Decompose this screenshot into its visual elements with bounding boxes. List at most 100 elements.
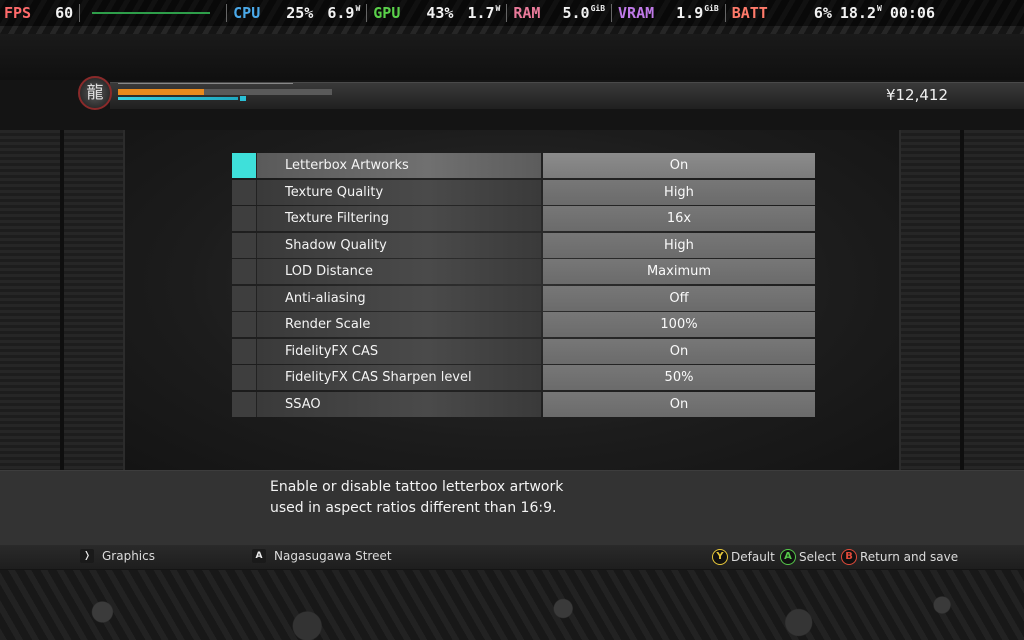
y-button-icon: Y: [712, 549, 728, 565]
setting-name: SSAO: [256, 391, 541, 417]
ram-label: RAM: [513, 4, 541, 22]
battery-label: BATT: [731, 4, 768, 22]
left-wall-panel: [0, 130, 125, 470]
money-display: ¥12,412: [885, 86, 948, 104]
description-line-2: used in aspect ratios different than 16:…: [270, 500, 557, 516]
overlay-divider: [611, 4, 613, 22]
vram-unit: GiB: [704, 4, 719, 13]
right-wall-panel: [899, 130, 1024, 470]
setting-row[interactable]: Anti-aliasing Off: [232, 285, 815, 313]
gpu-metric: GPU 43% 1.7W: [373, 4, 500, 22]
dragon-emblem-icon: 龍: [78, 76, 112, 110]
setting-row[interactable]: FidelityFX CAS Sharpen level 50%: [232, 365, 815, 392]
row-marker: [232, 312, 256, 337]
ram-metric: RAM 5.0GiB: [513, 4, 605, 22]
setting-value[interactable]: 50%: [543, 365, 815, 390]
setting-row[interactable]: Texture Filtering 16x: [232, 206, 815, 233]
row-marker: [232, 338, 256, 364]
setting-value[interactable]: Off: [543, 285, 815, 311]
frametime-graph: [92, 12, 211, 14]
health-bar-fill: [118, 89, 204, 95]
battery-metric: BATT 6% 18.2W 00:06: [732, 4, 935, 22]
cpu-usage: 25%: [286, 4, 314, 22]
default-button[interactable]: Y Default: [712, 549, 775, 565]
battery-percent: 6%: [813, 4, 832, 22]
battery-power: 18.2W: [840, 4, 882, 22]
setting-name: LOD Distance: [256, 259, 541, 284]
setting-row[interactable]: FidelityFX CAS On: [232, 338, 815, 366]
b-button-icon: B: [841, 549, 857, 565]
fps-value: 60: [55, 4, 74, 22]
return-and-save-button[interactable]: B Return and save: [841, 549, 958, 565]
setting-name: Render Scale: [256, 312, 541, 337]
setting-row[interactable]: Texture Quality High: [232, 179, 815, 207]
row-marker: [232, 391, 256, 417]
gpu-power-unit: W: [495, 4, 501, 13]
select-label: Select: [799, 550, 837, 564]
overlay-divider: [79, 4, 81, 22]
gpu-power-value: 1.7: [467, 4, 495, 22]
heat-gauge: [118, 97, 238, 100]
row-marker: [232, 179, 256, 205]
setting-row[interactable]: Shadow Quality High: [232, 232, 815, 260]
top-dark-band: [0, 34, 1024, 80]
setting-name: FidelityFX CAS Sharpen level: [256, 365, 541, 390]
vram-metric: VRAM 1.9GiB: [618, 4, 719, 22]
row-marker: [232, 232, 256, 258]
setting-value[interactable]: High: [543, 232, 815, 258]
fps-label: FPS: [4, 4, 32, 22]
setting-value[interactable]: On: [543, 338, 815, 364]
vram-amount: 1.9: [676, 4, 704, 22]
location-label: Nagasugawa Street: [274, 549, 392, 563]
fps-metric: FPS 60: [4, 4, 73, 22]
triangle-key-icon: A: [252, 549, 266, 563]
battery-power-unit: W: [877, 4, 882, 13]
setting-name: FidelityFX CAS: [256, 338, 541, 364]
setting-row[interactable]: LOD Distance Maximum: [232, 259, 815, 286]
setting-value[interactable]: 100%: [543, 312, 815, 337]
row-marker: [232, 365, 256, 390]
ram-value: 5.0GiB: [562, 4, 605, 22]
performance-overlay: FPS 60 CPU 25% 6.9W GPU 43% 1.7W RAM 5.0…: [0, 0, 1024, 26]
graphics-tab-label: Graphics: [102, 549, 155, 563]
setting-name: Letterbox Artworks: [256, 153, 541, 178]
gpu-power: 1.7W: [467, 4, 500, 22]
setting-row[interactable]: Letterbox Artworks On: [232, 153, 815, 180]
setting-name: Shadow Quality: [256, 232, 541, 258]
setting-name: Anti-aliasing: [256, 285, 541, 311]
vram-label: VRAM: [618, 4, 655, 22]
cpu-metric: CPU 25% 6.9W: [233, 4, 360, 22]
default-label: Default: [731, 550, 775, 564]
setting-value[interactable]: 16x: [543, 206, 815, 231]
description-panel: Enable or disable tattoo letterbox artwo…: [0, 470, 1024, 545]
graphics-tab[interactable]: ❭ Graphics: [80, 549, 155, 563]
setting-value[interactable]: High: [543, 179, 815, 205]
setting-value[interactable]: On: [543, 391, 815, 417]
overlay-divider: [724, 4, 726, 22]
return-and-save-label: Return and save: [860, 550, 959, 564]
health-bar: [118, 89, 332, 95]
graphics-settings-list: Letterbox Artworks On Texture Quality High T…: [232, 153, 815, 418]
battery-power-value: 18.2: [839, 4, 876, 22]
vram-value: 1.9GiB: [676, 4, 719, 22]
chevron-right-icon: ❭: [80, 549, 94, 563]
cpu-power-value: 6.9: [327, 4, 355, 22]
a-button-icon: A: [780, 549, 796, 565]
select-button[interactable]: A Select: [780, 549, 836, 565]
gpu-usage: 43%: [426, 4, 454, 22]
overlay-divider: [366, 4, 368, 22]
heat-gauge-tip: [240, 96, 246, 101]
cpu-power-unit: W: [355, 4, 361, 13]
setting-row[interactable]: Render Scale 100%: [232, 312, 815, 339]
setting-row[interactable]: SSAO On: [232, 391, 815, 419]
location-tab[interactable]: A Nagasugawa Street: [252, 549, 392, 563]
ram-unit: GiB: [590, 4, 606, 13]
ram-amount: 5.0: [562, 4, 590, 22]
gpu-label: GPU: [373, 4, 401, 22]
footer-nav: ❭ Graphics A Nagasugawa Street Y Default…: [0, 545, 1024, 569]
selection-marker: [232, 153, 256, 178]
setting-value[interactable]: On: [543, 153, 815, 178]
setting-value[interactable]: Maximum: [543, 259, 815, 284]
setting-name: Texture Quality: [256, 179, 541, 205]
tattoo-artwork-bottom: [0, 570, 1024, 640]
